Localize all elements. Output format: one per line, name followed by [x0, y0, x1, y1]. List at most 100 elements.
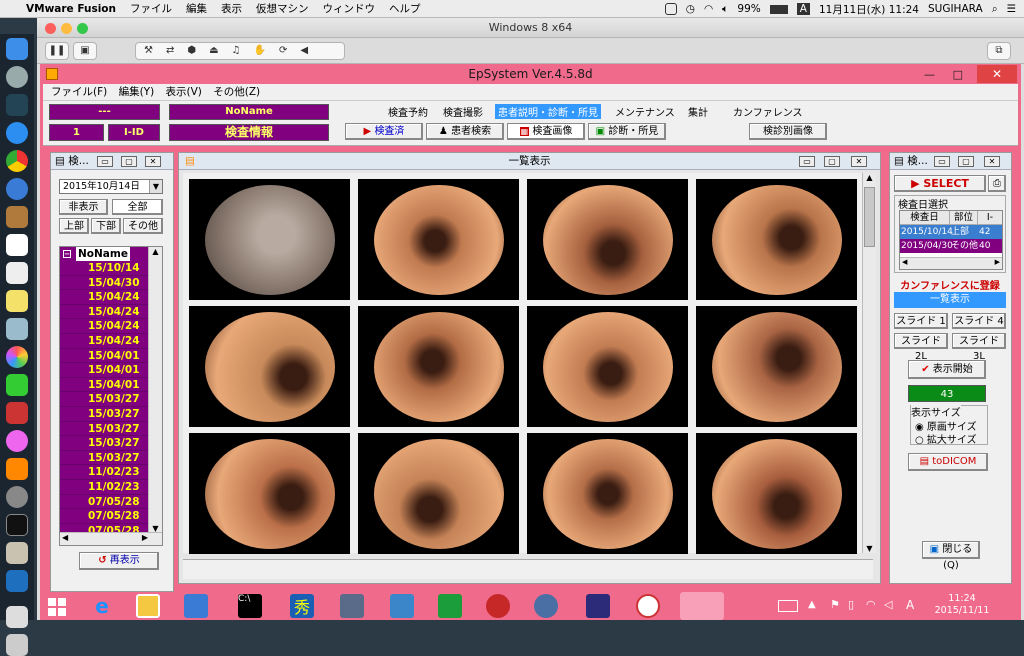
volume-icon[interactable]: 🔈︎: [722, 3, 728, 16]
list-hscrollbar[interactable]: ◀ ▶: [60, 532, 162, 545]
list-item[interactable]: 15/04/24: [60, 319, 148, 334]
spotlight-icon[interactable]: ⌕: [992, 3, 998, 16]
archive-utility-icon[interactable]: [6, 542, 28, 564]
scroll-down-icon[interactable]: ▼: [863, 544, 876, 553]
stickies-icon[interactable]: [6, 290, 28, 312]
visual-studio-icon[interactable]: [586, 594, 610, 618]
nav-summary[interactable]: 集計: [688, 104, 708, 119]
list-item[interactable]: 15/03/27: [60, 436, 148, 451]
finder-icon[interactable]: [6, 38, 28, 60]
wifi-tray-icon[interactable]: ◠: [866, 598, 876, 611]
close-icon[interactable]: ✕: [851, 156, 867, 167]
minimize-window-icon[interactable]: [61, 23, 72, 34]
launchpad-icon[interactable]: [6, 66, 28, 88]
postgresql-icon[interactable]: [534, 594, 558, 618]
scroll-left-icon[interactable]: ◀: [62, 533, 68, 542]
wifi-icon[interactable]: ◠: [704, 3, 713, 15]
list-item[interactable]: 15/03/27: [60, 392, 148, 407]
list-item[interactable]: 15/04/01: [60, 377, 148, 393]
nav-exam-capture[interactable]: 検査撮影: [443, 104, 483, 119]
start-icon[interactable]: [48, 598, 66, 616]
volume-tray-icon[interactable]: ◁: [884, 598, 892, 611]
select-button[interactable]: ▶ SELECT: [894, 175, 986, 192]
endoscopy-thumbnail[interactable]: [358, 306, 519, 427]
battery-tray-icon[interactable]: ▯: [848, 598, 854, 611]
system-preferences-icon[interactable]: [6, 486, 28, 508]
list-header[interactable]: − NoName: [60, 247, 148, 261]
close-button[interactable]: ▣ 閉じる(Q): [922, 541, 980, 571]
date-select[interactable]: 2015年10月14日 ▼: [59, 179, 163, 194]
filter-upper-button[interactable]: 上部: [59, 218, 89, 234]
list-view-button[interactable]: 一覧表示: [894, 292, 1006, 308]
slide-4-button[interactable]: スライド 4: [952, 313, 1006, 329]
tray-arrow-icon[interactable]: ▲: [808, 599, 816, 610]
flag-icon[interactable]: ⚑: [830, 598, 840, 611]
menu-vm[interactable]: 仮想マシン: [256, 1, 309, 16]
chevron-down-icon[interactable]: ▼: [149, 180, 162, 193]
exam-info[interactable]: 検査情報: [169, 124, 329, 141]
app-store-icon[interactable]: [6, 122, 28, 144]
trash-icon[interactable]: [6, 634, 28, 656]
list-item[interactable]: 11/02/23: [60, 479, 148, 495]
close-icon[interactable]: ✕: [977, 65, 1017, 83]
ime-indicator[interactable]: A: [906, 598, 914, 612]
size-enlarged-radio[interactable]: ○ 拡大サイズ: [915, 431, 977, 446]
time-machine-icon[interactable]: ◷: [686, 3, 695, 15]
tab-checkup-image[interactable]: 検診別画像: [749, 123, 827, 140]
list-item[interactable]: 07/05/28: [60, 494, 148, 510]
maximize-icon[interactable]: □: [953, 65, 963, 85]
tab-patient-search[interactable]: ♟ 患者検索: [426, 123, 504, 140]
list-item[interactable]: 15/04/24: [60, 304, 148, 320]
list-item[interactable]: 15/04/24: [60, 290, 148, 305]
table-row[interactable]: 2015/04/30 その他 40: [900, 239, 1002, 253]
photos-icon[interactable]: [6, 346, 28, 368]
date-table[interactable]: 検査日 部位 I- 2015/10/14 上部 42 2015/04/30 その…: [899, 210, 1003, 270]
menu-view[interactable]: 表示: [221, 1, 242, 16]
suspend-button[interactable]: ❚❚: [45, 42, 69, 60]
filter-all-button[interactable]: 全部: [112, 199, 163, 215]
menu-window[interactable]: ウィンドウ: [322, 1, 375, 16]
keyboard-icon[interactable]: [778, 600, 798, 612]
exam-date-list[interactable]: − NoName 15/10/14 15/04/30 15/04/24 15/04/2…: [59, 246, 163, 546]
col-site[interactable]: 部位: [950, 211, 978, 224]
close-icon[interactable]: ✕: [984, 156, 1000, 167]
list-item[interactable]: 15/03/27: [60, 450, 148, 466]
scroll-right-icon[interactable]: ▶: [995, 258, 1000, 266]
filter-lower-button[interactable]: 下部: [91, 218, 121, 234]
endoscopy-thumbnail[interactable]: [189, 179, 350, 300]
minimize-icon[interactable]: ▭: [934, 156, 950, 167]
restore-icon[interactable]: ▢: [958, 156, 974, 167]
battery-label[interactable]: 99%: [737, 3, 760, 15]
mission-control-icon[interactable]: [6, 94, 28, 116]
endoscopy-thumbnail[interactable]: [527, 306, 688, 427]
hide-app-icon[interactable]: 秀: [290, 594, 314, 618]
epsystem-icon[interactable]: [680, 592, 724, 620]
nav-exam-reservation[interactable]: 検査予約: [388, 104, 428, 119]
clock[interactable]: 11月11日(水) 11:24: [819, 2, 919, 17]
textedit-icon[interactable]: [6, 262, 28, 284]
collapse-icon[interactable]: −: [63, 250, 71, 258]
list-item[interactable]: 11/02/23: [60, 465, 148, 480]
close-icon[interactable]: ✕: [145, 156, 161, 167]
scrollbar-thumb[interactable]: [864, 187, 875, 247]
print-button[interactable]: ⎙: [988, 175, 1006, 192]
user-name[interactable]: SUGIHARA: [928, 3, 983, 15]
minimize-icon[interactable]: ▭: [97, 156, 113, 167]
col-date[interactable]: 検査日: [900, 211, 950, 224]
minimize-icon[interactable]: ▭: [799, 156, 815, 167]
scroll-up-icon[interactable]: ▲: [863, 173, 876, 182]
conference-register[interactable]: カンファレンスに登録: [894, 277, 1006, 292]
itunes-icon[interactable]: [6, 430, 28, 452]
preview-icon[interactable]: [6, 318, 28, 340]
scroll-left-icon[interactable]: ◀: [902, 258, 907, 266]
vmware-status-icon[interactable]: [664, 3, 677, 15]
app-menu[interactable]: VMware Fusion: [26, 3, 116, 15]
list-item[interactable]: 07/05/28: [60, 509, 148, 524]
menu-file[interactable]: ファイル: [130, 1, 172, 16]
restore-icon[interactable]: ▢: [121, 156, 137, 167]
notes-icon[interactable]: [6, 206, 28, 228]
filter-hidden-button[interactable]: 非表示: [59, 199, 108, 215]
ep-menu-edit[interactable]: 編集(Y): [119, 86, 155, 98]
scroll-right-icon[interactable]: ▶: [142, 533, 148, 542]
endoscopy-thumbnail[interactable]: [527, 179, 688, 300]
